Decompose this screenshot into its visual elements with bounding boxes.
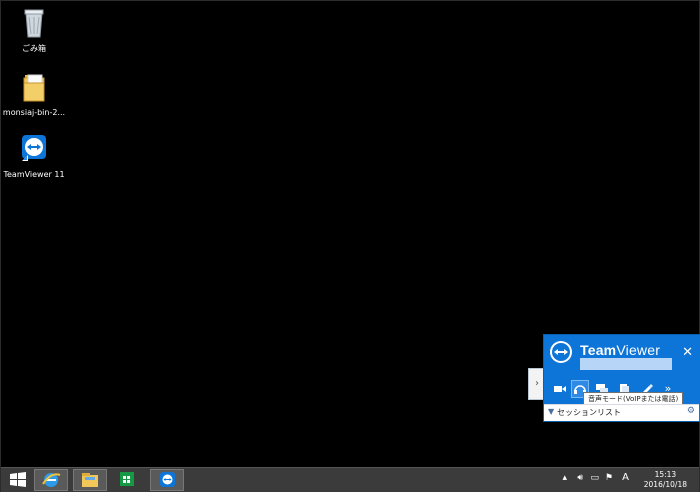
clock-date: 2016/10/18 [643,480,687,489]
teamviewer-id-redacted [580,358,672,370]
taskbar-teamviewer-button[interactable] [150,469,184,491]
desktop: ごみ箱 monsiaj-bin-2... TeamViewer 11 › Tea… [1,1,700,467]
desktop-icon-monsiaj-folder[interactable]: monsiaj-bin-2... [1,69,67,118]
show-hidden-icons-icon[interactable]: ▴ [562,473,567,483]
folder-icon [16,69,52,105]
ime-indicator[interactable]: A [622,472,629,483]
volume-icon[interactable]: 🔊︎ [577,473,583,483]
desktop-icon-label: ごみ箱 [22,44,46,53]
network-icon[interactable]: ▭ [590,473,599,483]
clock-time: 15:13 [654,470,677,479]
brand-bold: Team [580,342,617,358]
taskbar-store-button[interactable] [111,469,145,491]
desktop-icon-teamviewer[interactable]: TeamViewer 11 [1,131,67,180]
store-icon [120,472,134,486]
action-center-flag-icon[interactable]: ⚑ [605,473,613,483]
clock[interactable]: 15:13 2016/10/18 [644,470,687,490]
internet-explorer-icon [42,473,61,487]
session-list-label: セッションリスト [557,408,621,417]
close-icon[interactable]: ✕ [682,345,693,360]
session-list-bar[interactable]: ▼ セッションリスト ⚙ [544,404,699,421]
windows-start-icon [10,472,26,487]
screen-frame: ごみ箱 monsiaj-bin-2... TeamViewer 11 › Tea… [0,0,700,492]
brand-regular: Viewer [616,342,661,358]
triangle-down-icon: ▼ [548,407,555,416]
gear-icon[interactable]: ⚙ [687,406,695,416]
taskbar-file-explorer-button[interactable] [73,469,107,491]
chevron-right-icon: › [535,378,539,389]
recycle-bin-icon [16,5,52,41]
camera-icon[interactable] [552,381,568,397]
taskbar-ie-button[interactable] [34,469,68,491]
taskbar: ▴ 🔊︎ ▭ ⚑ A 15:13 2016/10/18 [1,467,699,492]
teamviewer-icon [16,131,52,167]
desktop-icon-recycle-bin[interactable]: ごみ箱 [1,5,67,54]
desktop-icon-label: monsiaj-bin-2... [2,108,66,117]
teamviewer-taskbar-icon [160,472,175,487]
teamviewer-logo-icon [549,340,573,364]
teamviewer-brand: TeamViewer [580,342,660,358]
desktop-icon-label: TeamViewer 11 [3,170,65,179]
file-explorer-icon [82,473,98,487]
